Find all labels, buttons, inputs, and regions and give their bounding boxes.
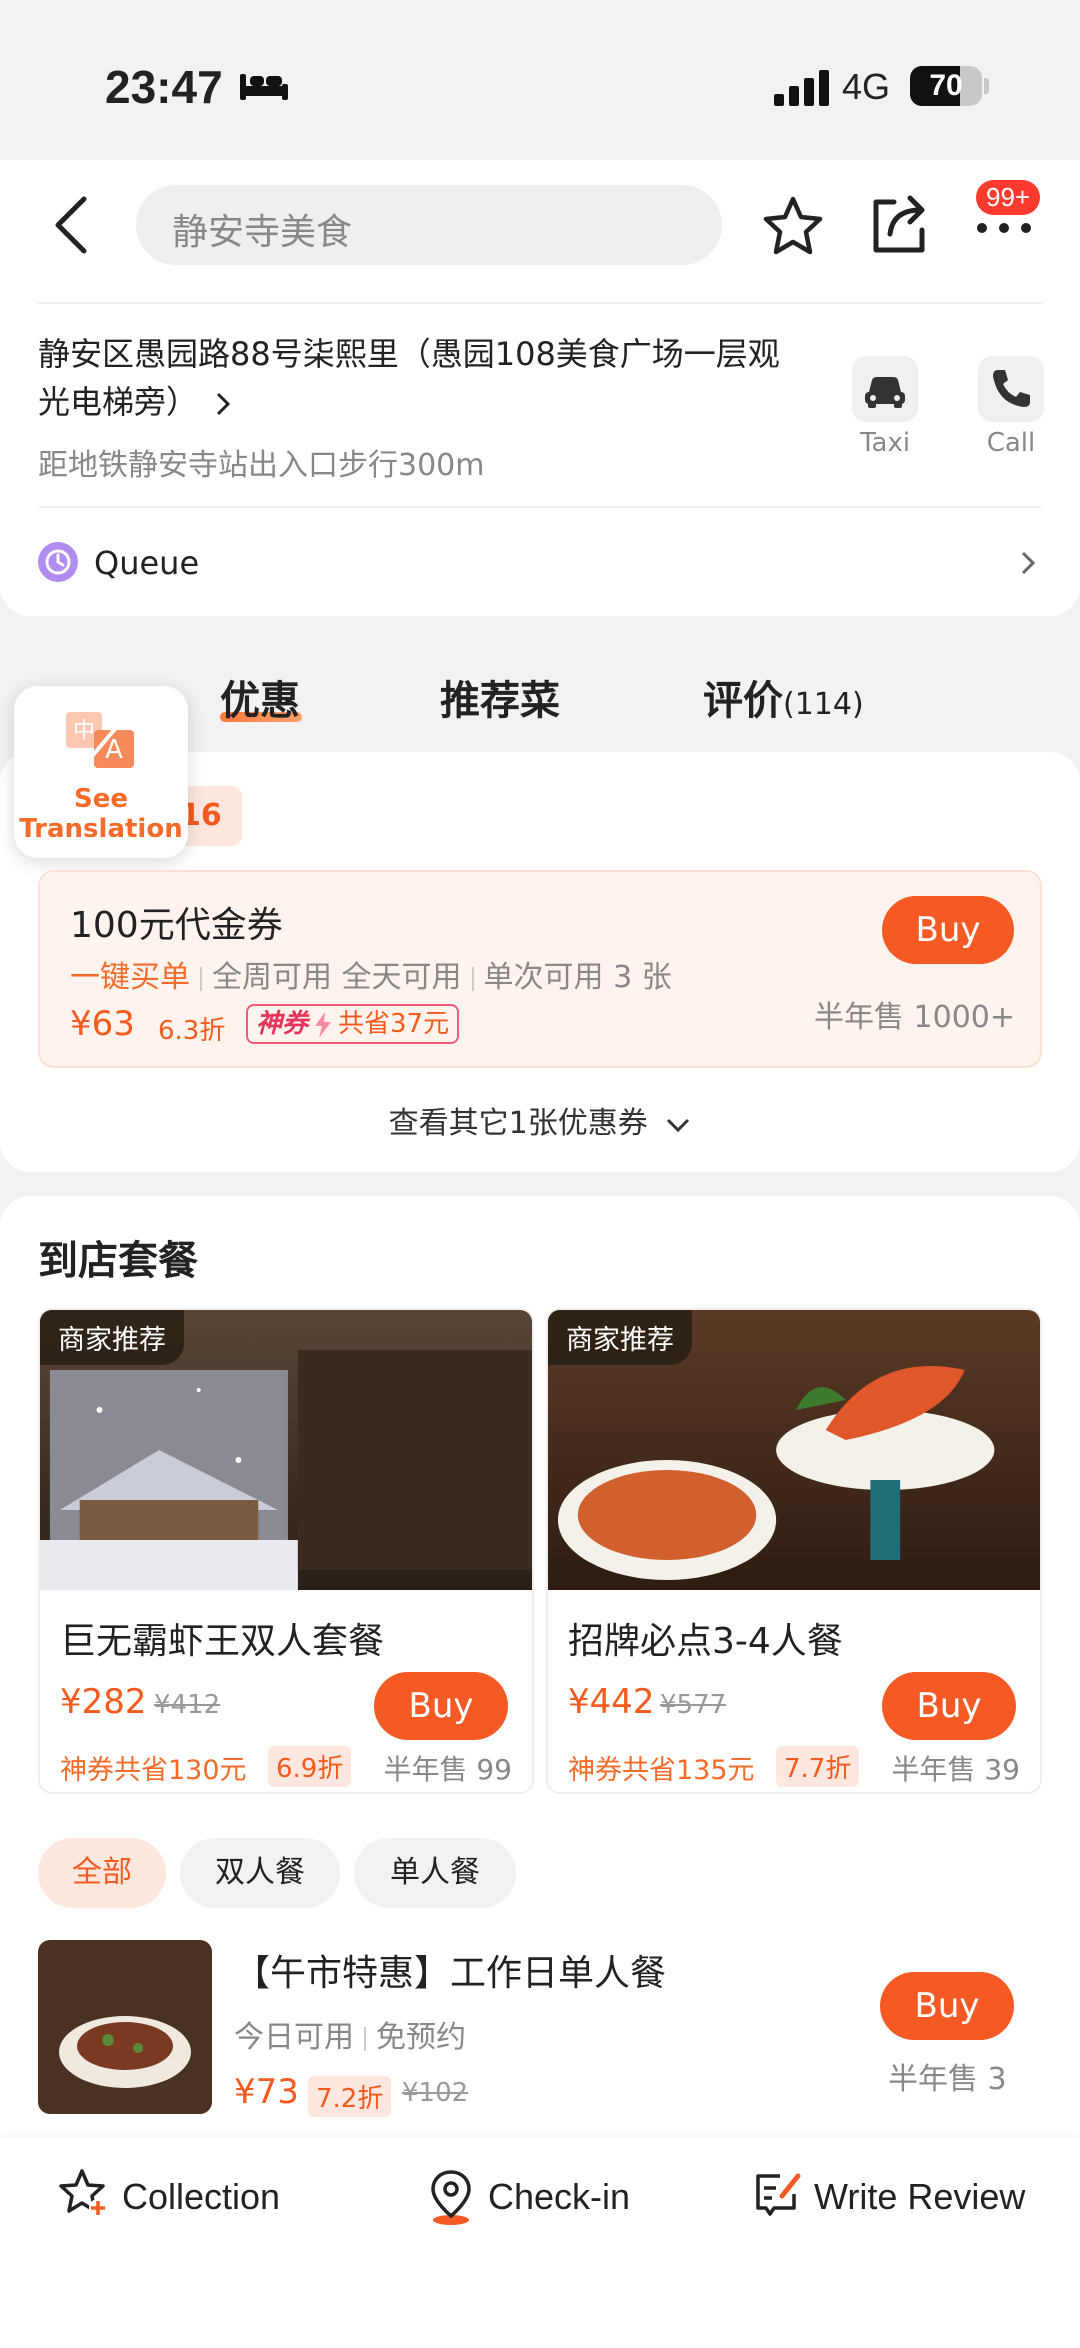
combo-price: ¥282 xyxy=(60,1682,147,1722)
combo-section-title: 到店套餐 xyxy=(38,1238,198,1284)
call-label: Call xyxy=(986,428,1036,458)
queue-row[interactable]: Queue xyxy=(38,540,1038,590)
divider xyxy=(38,506,1042,508)
battery-icon: 70 xyxy=(910,66,982,106)
lightning-icon xyxy=(315,1011,332,1038)
taxi-button[interactable] xyxy=(852,356,918,422)
divider xyxy=(38,302,1042,304)
metro-distance: 距地铁静安寺站出入口步行300m xyxy=(38,448,485,483)
taxi-label: Taxi xyxy=(859,428,911,458)
list-item-price: ¥73 xyxy=(234,2072,299,2112)
edit-review-icon xyxy=(756,2173,801,2216)
chevron-right-icon xyxy=(217,392,231,416)
battery-percent: 70 xyxy=(929,69,963,102)
list-item-buy-button[interactable]: Buy xyxy=(880,1972,1014,2040)
phone-icon xyxy=(993,370,1030,407)
network-type: 4G xyxy=(842,66,891,107)
car-icon xyxy=(865,377,905,408)
voucher-title: 100元代金券 xyxy=(70,905,283,946)
star-add-icon xyxy=(59,2169,107,2217)
voucher-buy-button[interactable]: Buy xyxy=(882,896,1014,964)
combo-original-price: ¥412 xyxy=(154,1690,221,1720)
collection-button[interactable]: Collection xyxy=(58,2168,308,2228)
voucher-sold-count: 半年售 1000+ xyxy=(814,1000,1016,1035)
combo-sold-count: 半年售 99 xyxy=(383,1753,512,1786)
filter-chip-single[interactable]: 单人餐 xyxy=(354,1838,516,1908)
review-count: (114) xyxy=(783,687,864,722)
battery-tip xyxy=(984,78,989,94)
search-input[interactable]: 静安寺美食 xyxy=(136,185,722,265)
chevron-right-icon xyxy=(1021,551,1036,575)
queue-label: Queue xyxy=(94,544,200,582)
checkin-button[interactable]: Check-in xyxy=(426,2168,666,2228)
voucher-card[interactable]: 100元代金券 一键买单 全周可用 全天可用 单次可用 3 张 ¥63 6.3折 神… xyxy=(38,870,1042,1068)
list-item-original-price: ¥102 xyxy=(402,2078,469,2108)
combo-discount: 6.9折 xyxy=(268,1746,352,1787)
clock-icon xyxy=(38,542,78,582)
list-item-title[interactable]: 【午市特惠】工作日单人餐 xyxy=(234,1944,666,1996)
combo-original-price: ¥577 xyxy=(660,1690,727,1720)
merchant-recommend-tag: 商家推荐 xyxy=(40,1310,184,1365)
combo-card[interactable]: 商家推荐 巨无霸虾王双人套餐 ¥282 ¥412 Buy 神券共省130元 6.… xyxy=(38,1308,534,1794)
tab-reviews[interactable]: 评价(114) xyxy=(703,668,864,726)
favorite-star-icon[interactable] xyxy=(762,195,824,257)
lunch-set-thumbnail[interactable] xyxy=(38,1940,212,2114)
chevron-down-icon xyxy=(667,1118,690,1132)
combo-buy-button[interactable]: Buy xyxy=(374,1672,508,1740)
shop-address[interactable]: 静安区愚园路88号柒熙里（愚园108美食广场一层观光电梯旁） xyxy=(38,330,798,426)
status-time: 23:47 xyxy=(105,61,223,113)
more-coupons-link[interactable]: 查看其它1张优惠券 xyxy=(0,1098,1080,1142)
status-bar: 23:47 4G 70 xyxy=(0,0,1080,160)
combo-savings: 神券共省130元 xyxy=(60,1755,247,1786)
list-item-tags: 今日可用 免预约 xyxy=(234,2020,466,2055)
see-translation-button[interactable]: 中 A See Translation xyxy=(14,686,188,858)
combo-savings: 神券共省135元 xyxy=(568,1755,755,1786)
tab-recommended-dishes[interactable]: 推荐菜 xyxy=(440,668,560,726)
voucher-price: ¥63 xyxy=(70,1004,135,1044)
lunch-set-photo xyxy=(38,1940,212,2114)
search-placeholder: 静安寺美食 xyxy=(172,212,353,253)
write-review-button[interactable]: Write Review xyxy=(752,2168,1052,2228)
combo-discount: 7.7折 xyxy=(776,1746,860,1787)
svg-text:中: 中 xyxy=(73,719,95,744)
voucher-tags: 一键买单 全周可用 全天可用 单次可用 3 张 xyxy=(70,960,672,995)
voucher-discount: 6.3折 xyxy=(158,1016,226,1046)
call-button[interactable] xyxy=(978,356,1044,422)
combo-buy-button[interactable]: Buy xyxy=(882,1672,1016,1740)
back-arrow-icon[interactable] xyxy=(50,195,94,255)
voucher-savings-badge: 神券 共省37元 xyxy=(246,1004,460,1044)
combo-title: 巨无霸虾王双人套餐 xyxy=(60,1621,385,1662)
tab-deals[interactable]: 优惠 xyxy=(220,668,300,726)
location-pin-icon xyxy=(431,2170,471,2225)
tab-reviews-label: 评价 xyxy=(703,678,783,724)
bottom-action-bar: Collection Check-in Write Review xyxy=(0,2138,1080,2348)
notification-badge: 99+ xyxy=(976,180,1041,215)
list-item-discount: 7.2折 xyxy=(308,2076,392,2117)
merchant-recommend-tag: 商家推荐 xyxy=(548,1310,692,1365)
translate-icon: 中 A xyxy=(66,712,134,770)
filter-chip-all[interactable]: 全部 xyxy=(38,1838,166,1908)
combo-price: ¥442 xyxy=(568,1682,655,1722)
share-icon[interactable] xyxy=(868,192,930,256)
translation-label: See Translation xyxy=(19,784,183,844)
filter-chip-double[interactable]: 双人餐 xyxy=(180,1838,340,1908)
cellular-signal-icon xyxy=(774,70,829,106)
sleep-mode-icon xyxy=(240,74,288,100)
combo-sold-count: 半年售 39 xyxy=(891,1753,1020,1786)
list-item-sold-count: 半年售 3 xyxy=(888,2062,1007,2097)
combo-title: 招牌必点3-4人餐 xyxy=(568,1621,843,1662)
combo-card[interactable]: 商家推荐 招牌必点3-4人餐 ¥442 ¥577 Buy 神券共省135元 7.… xyxy=(546,1308,1042,1794)
